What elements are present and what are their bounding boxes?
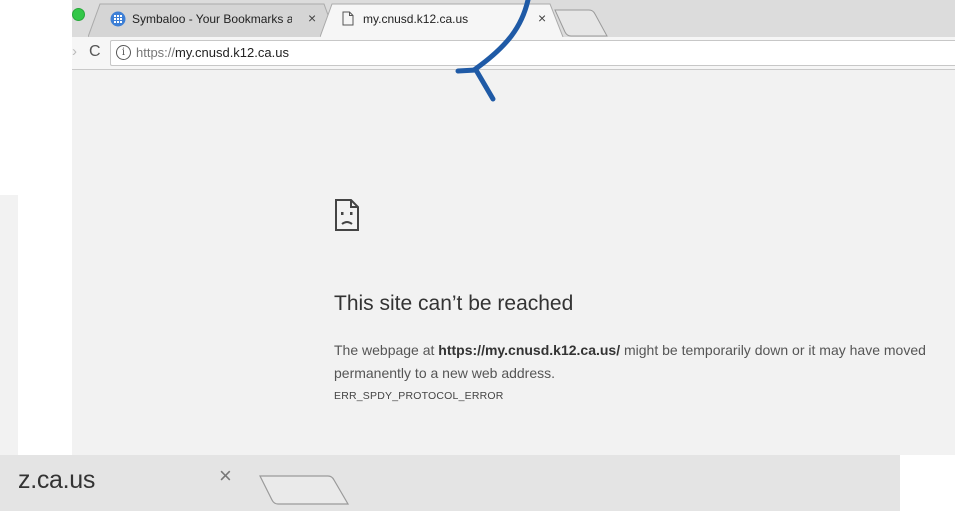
- error-code: ERR_SPDY_PROTOCOL_ERROR: [334, 390, 504, 402]
- address-bar[interactable]: i https://my.cnusd.k12.ca.us: [110, 40, 955, 66]
- sad-page-icon: [335, 199, 359, 231]
- error-url: https://my.cnusd.k12.ca.us/: [438, 342, 621, 358]
- address-url[interactable]: https://my.cnusd.k12.ca.us: [136, 45, 289, 60]
- info-icon[interactable]: i: [116, 45, 131, 60]
- new-tab-button[interactable]: [551, 8, 611, 37]
- tab-strip: Symbaloo - Your Bookmarks an × my.cnusd.…: [72, 0, 955, 37]
- back-arrow-icon[interactable]: ›: [72, 43, 77, 60]
- url-scheme: https://: [136, 45, 176, 60]
- background-tab-bar: [0, 455, 900, 511]
- tab-symbaloo[interactable]: Symbaloo - Your Bookmarks an ×: [88, 2, 338, 37]
- error-message: The webpage at https://my.cnusd.k12.ca.u…: [334, 339, 944, 385]
- tab-close-icon[interactable]: ×: [538, 10, 546, 26]
- tab-title: my.cnusd.k12.ca.us: [363, 12, 469, 26]
- tab-close-icon[interactable]: ×: [308, 10, 316, 26]
- error-text-prefix: The webpage at: [334, 342, 439, 358]
- background-url-fragment: z.ca.us: [18, 466, 96, 494]
- background-panel: [0, 195, 18, 457]
- error-page: This site can’t be reached The webpage a…: [72, 70, 955, 455]
- window-zoom-button[interactable]: [72, 8, 85, 21]
- background-close-icon: ×: [219, 463, 232, 488]
- reload-icon[interactable]: C: [89, 43, 101, 61]
- url-host: my.cnusd.k12.ca.us: [175, 45, 289, 60]
- toolbar: › C i https://my.cnusd.k12.ca.us: [72, 37, 955, 70]
- error-title: This site can’t be reached: [334, 292, 574, 315]
- tab-cnusd[interactable]: my.cnusd.k12.ca.us ×: [320, 2, 565, 37]
- browser-window: Symbaloo - Your Bookmarks an × my.cnusd.…: [72, 0, 955, 455]
- tab-title: Symbaloo - Your Bookmarks an: [132, 12, 292, 26]
- background-new-tab-button: [259, 475, 350, 505]
